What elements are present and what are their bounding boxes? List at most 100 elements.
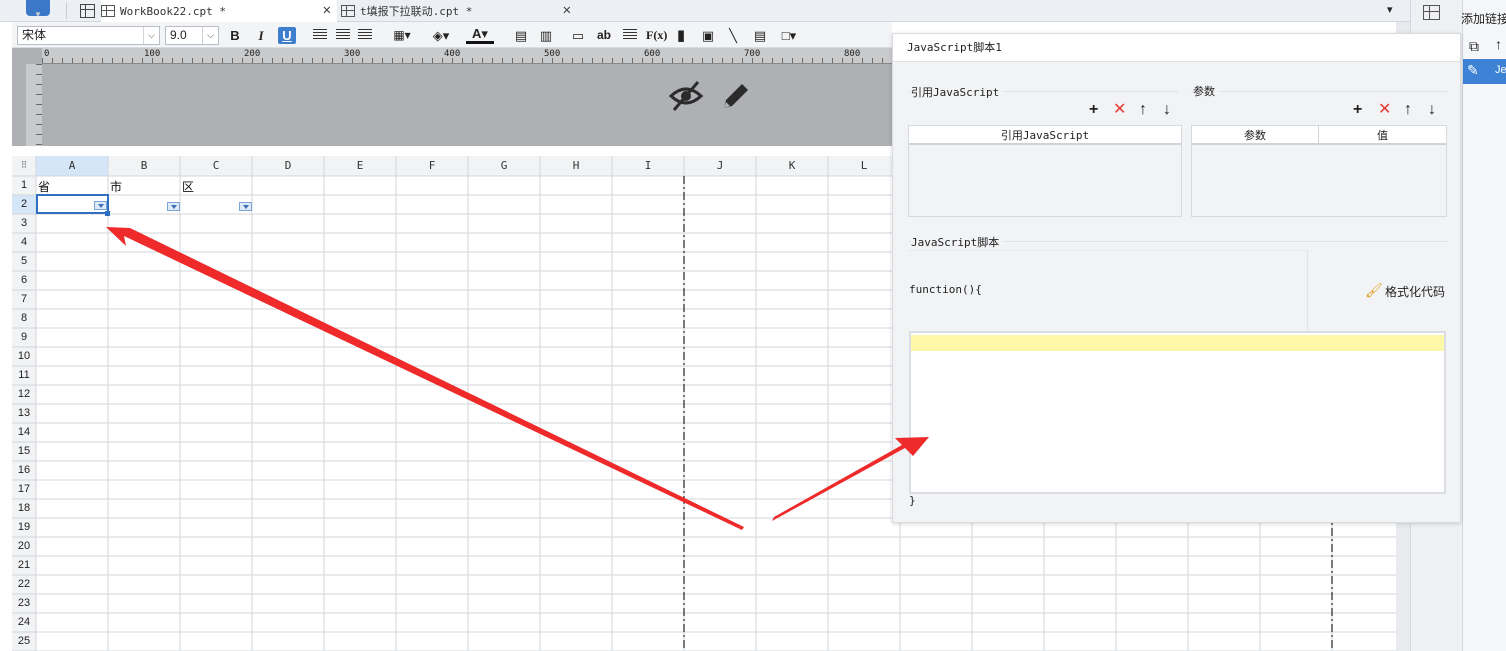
eye-hidden-icon[interactable]: [668, 78, 704, 114]
column-header-b[interactable]: B: [108, 156, 180, 176]
row-header-5[interactable]: 5: [12, 252, 36, 271]
row-header-21[interactable]: 21: [12, 556, 36, 575]
arrow-down-icon[interactable]: ↓: [1428, 102, 1436, 118]
copy-icon[interactable]: ⧉: [1469, 38, 1479, 55]
row-header-9[interactable]: 9: [12, 328, 36, 347]
arrow-up-icon[interactable]: ↑: [1139, 102, 1147, 118]
column-header-g[interactable]: G: [468, 156, 540, 176]
ruler-label: 500: [544, 49, 561, 59]
delete-icon[interactable]: ✕: [1113, 102, 1126, 118]
align-left-icon[interactable]: [313, 29, 327, 41]
row-header-19[interactable]: 19: [12, 518, 36, 537]
subreport-icon[interactable]: ▤: [752, 27, 768, 44]
brush-icon[interactable]: 🖌: [1365, 282, 1383, 299]
row-header-13[interactable]: 13: [12, 404, 36, 423]
font-size-select[interactable]: 9.0 ⌵: [165, 26, 219, 45]
font-family-select[interactable]: 宋体 ⌵: [17, 26, 160, 45]
column-header-f[interactable]: F: [396, 156, 468, 176]
tab-workbook22[interactable]: WorkBook22.cpt * ✕: [101, 0, 337, 22]
tab-menu-icon[interactable]: ▾: [1387, 3, 1393, 16]
column-header-a[interactable]: A: [36, 156, 108, 176]
text-widget-button[interactable]: ab: [596, 27, 612, 44]
text-field-icon[interactable]: ▭: [570, 27, 586, 44]
bold-button[interactable]: B: [227, 27, 243, 44]
row-header-11[interactable]: 11: [12, 366, 36, 385]
column-header-k[interactable]: K: [756, 156, 828, 176]
select-all-corner-icon[interactable]: ⠿: [12, 156, 36, 176]
row-header-6[interactable]: 6: [12, 271, 36, 290]
row-header-3[interactable]: 3: [12, 214, 36, 233]
column-header-h[interactable]: H: [540, 156, 612, 176]
merge-cells-icon[interactable]: ▤: [513, 27, 529, 44]
row-header-16[interactable]: 16: [12, 461, 36, 480]
chevron-down-icon: ⌵: [202, 27, 218, 44]
row-header-24[interactable]: 24: [12, 613, 36, 632]
column-header-c[interactable]: C: [180, 156, 252, 176]
delete-icon[interactable]: ✕: [1378, 102, 1391, 118]
row-header-8[interactable]: 8: [12, 309, 36, 328]
close-icon[interactable]: ✕: [323, 2, 331, 18]
border-button[interactable]: ▦▾: [388, 27, 416, 44]
row-header-17[interactable]: 17: [12, 480, 36, 499]
row-header-23[interactable]: 23: [12, 594, 36, 613]
selection-handle[interactable]: [105, 211, 110, 216]
image-icon[interactable]: ▣: [700, 27, 716, 44]
row-header-14[interactable]: 14: [12, 423, 36, 442]
tab-linkage-template[interactable]: t填报下拉联动.cpt * ✕: [341, 0, 577, 22]
column-header-i[interactable]: I: [612, 156, 684, 176]
italic-button[interactable]: I: [253, 27, 269, 44]
font-color-button[interactable]: A▾: [466, 27, 494, 44]
link-item-selected[interactable]: ✎ Je: [1463, 59, 1506, 84]
add-icon[interactable]: +: [1089, 102, 1098, 118]
cell-attribute-icon[interactable]: [1423, 5, 1440, 20]
tab-bar: ▼ WorkBook22.cpt * ✕ t填报下拉联动.cpt * ✕ ▾: [0, 0, 1410, 22]
add-icon[interactable]: +: [1353, 102, 1362, 118]
fill-color-button[interactable]: ◈▾: [427, 27, 455, 44]
chart-icon[interactable]: ▮: [673, 27, 689, 44]
cell-a1[interactable]: 省: [38, 178, 50, 195]
column-header-l[interactable]: L: [828, 156, 900, 176]
split-cells-icon[interactable]: ▥: [538, 27, 554, 44]
chevron-down-icon: ▼: [34, 10, 42, 19]
script-editor[interactable]: [909, 331, 1446, 494]
align-center-icon[interactable]: [336, 29, 350, 41]
row-header-4[interactable]: 4: [12, 233, 36, 252]
ruler-label: 100: [144, 49, 161, 59]
row-header-2[interactable]: 2: [12, 195, 36, 214]
cell-c1[interactable]: 区: [182, 178, 194, 195]
ref-js-table[interactable]: 引用JavaScript: [908, 125, 1182, 217]
row-header-10[interactable]: 10: [12, 347, 36, 366]
underline-button[interactable]: U: [278, 27, 296, 44]
column-header-j[interactable]: J: [684, 156, 756, 176]
designer-window: ▼ WorkBook22.cpt * ✕ t填报下拉联动.cpt * ✕ ▾ 宋…: [0, 0, 1506, 651]
column-header-e[interactable]: E: [324, 156, 396, 176]
horizontal-ruler: 0 100 200 300 400 500 600 700 800: [42, 48, 892, 64]
dropdown-widget-a2[interactable]: [94, 201, 107, 210]
params-table[interactable]: 参数 值: [1191, 125, 1447, 217]
row-header-18[interactable]: 18: [12, 499, 36, 518]
pencil-icon[interactable]: [718, 78, 754, 114]
format-code-button[interactable]: 格式化代码: [1385, 283, 1445, 300]
close-icon[interactable]: ✕: [563, 2, 571, 18]
arrow-down-icon[interactable]: ↓: [1163, 102, 1171, 118]
hyperlink-panel: 添加链接 ⧉ ↑ ✎ Je: [1461, 0, 1506, 651]
cell-b1[interactable]: 市: [110, 178, 122, 195]
arrow-up-icon[interactable]: ↑: [1495, 36, 1502, 52]
paragraph-icon[interactable]: [623, 29, 637, 41]
row-header-7[interactable]: 7: [12, 290, 36, 309]
align-right-icon[interactable]: [358, 29, 372, 41]
float-element-button[interactable]: □▾: [777, 27, 801, 44]
row-header-1[interactable]: 1: [12, 176, 36, 195]
row-header-12[interactable]: 12: [12, 385, 36, 404]
row-header-25[interactable]: 25: [12, 632, 36, 651]
row-header-15[interactable]: 15: [12, 442, 36, 461]
column-header-d[interactable]: D: [252, 156, 324, 176]
row-header-22[interactable]: 22: [12, 575, 36, 594]
arrow-up-icon[interactable]: ↑: [1404, 102, 1412, 118]
slash-icon[interactable]: ╲: [725, 27, 741, 44]
row-header-20[interactable]: 20: [12, 537, 36, 556]
formula-button[interactable]: F(x): [646, 27, 667, 44]
dropdown-widget-b2[interactable]: [167, 202, 180, 211]
template-grid-icon[interactable]: [80, 4, 95, 18]
dropdown-widget-c2[interactable]: [239, 202, 252, 211]
